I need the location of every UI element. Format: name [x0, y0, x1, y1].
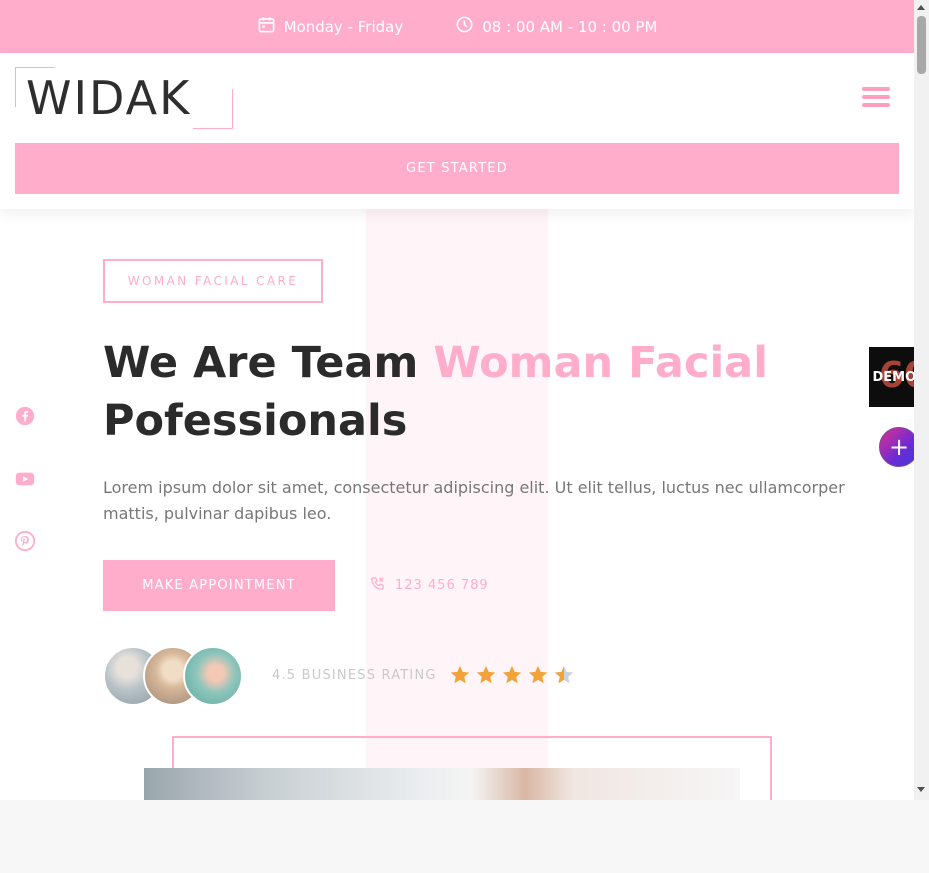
page-viewport: Monday - Friday 08 : 00 AM - 10 : 00 PM …: [0, 0, 929, 800]
category-badge: WOMAN FACIAL CARE: [103, 259, 323, 303]
logo-corner-bottom-right: [193, 89, 233, 129]
youtube-icon[interactable]: [14, 468, 36, 490]
scroll-thumb[interactable]: [917, 16, 926, 74]
plus-button[interactable]: +: [879, 427, 919, 467]
logo-text: WIDAK: [26, 71, 192, 125]
star-icon: [450, 665, 469, 684]
phone-number: 123 456 789: [395, 578, 489, 593]
star-icon: [528, 665, 547, 684]
scroll-down-arrow-icon[interactable]: [917, 787, 925, 792]
working-days-text: Monday - Friday: [283, 17, 404, 36]
page-scrollbar[interactable]: [914, 0, 929, 800]
site-logo[interactable]: WIDAK: [15, 67, 233, 129]
rating-label: 4.5 BUSINESS RATING: [272, 667, 437, 683]
hero-headline: We Are Team Woman Facial Pofessionals: [103, 334, 863, 450]
facebook-icon[interactable]: [14, 405, 36, 427]
business-rating: 4.5 BUSINESS RATING: [272, 664, 575, 686]
site-header: WIDAK GET STARTED: [0, 53, 914, 209]
star-icon: [502, 665, 521, 684]
headline-accent: Woman Facial: [433, 338, 768, 388]
scroll-up-arrow-icon[interactable]: [917, 5, 925, 10]
get-started-button[interactable]: GET STARTED: [15, 143, 899, 194]
headline-part-1: We Are Team: [103, 338, 434, 388]
phone-icon: [370, 576, 385, 595]
make-appointment-button[interactable]: MAKE APPOINTMENT: [103, 560, 335, 611]
star-icon: [554, 665, 573, 684]
working-hours-text: 08 : 00 AM - 10 : 00 PM: [482, 17, 658, 36]
top-info-bar: Monday - Friday 08 : 00 AM - 10 : 00 PM: [0, 0, 914, 53]
star-icon: [476, 665, 495, 684]
calendar-icon: [257, 15, 276, 38]
phone-link[interactable]: 123 456 789: [370, 576, 489, 595]
client-avatars: [103, 646, 243, 706]
pinterest-icon[interactable]: [14, 530, 36, 552]
rating-stars: [449, 664, 575, 686]
working-hours: 08 : 00 AM - 10 : 00 PM: [455, 15, 657, 38]
working-days: Monday - Friday: [257, 15, 404, 38]
clock-icon: [455, 15, 474, 38]
avatar: [183, 646, 243, 706]
headline-part-2: Pofessionals: [103, 396, 408, 446]
hero-description: Lorem ipsum dolor sit amet, consectetur …: [103, 478, 845, 523]
hero-photo: [144, 768, 740, 800]
hamburger-menu-icon[interactable]: [862, 87, 890, 107]
